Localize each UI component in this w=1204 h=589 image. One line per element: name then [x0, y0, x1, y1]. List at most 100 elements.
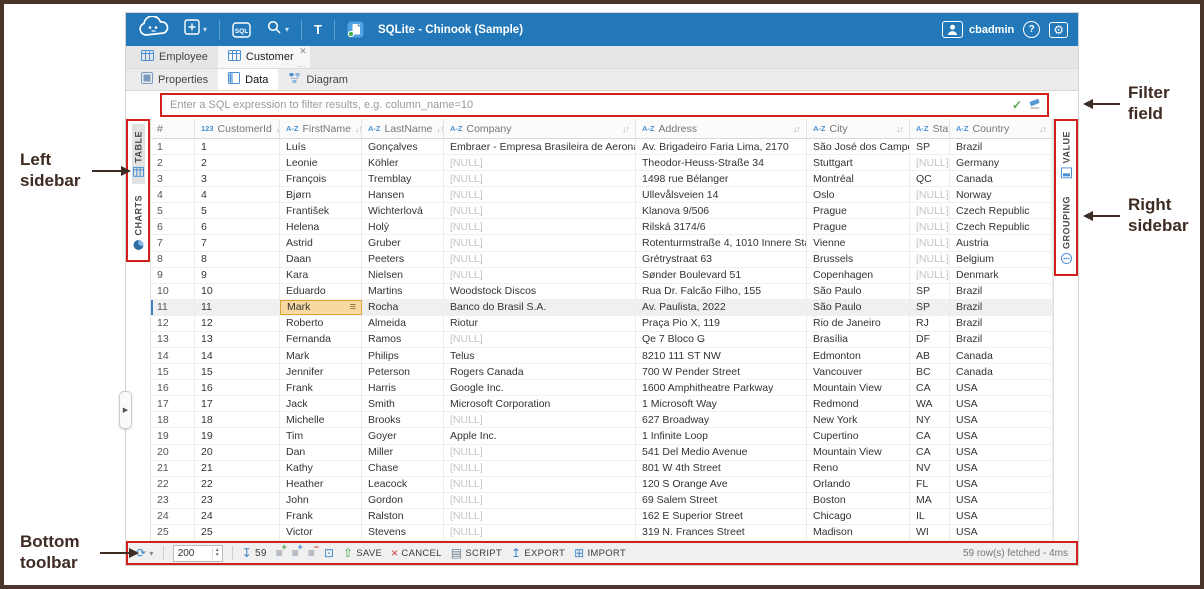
cell-Company[interactable]: [NULL] — [444, 235, 636, 250]
row-number-cell[interactable]: 10 — [151, 284, 195, 299]
cell-State[interactable]: WA — [910, 396, 950, 411]
cell-State[interactable]: BC — [910, 364, 950, 379]
cell-Company[interactable]: Microsoft Corporation — [444, 396, 636, 411]
column-header-Address[interactable]: A-ZAddress↓↑ — [636, 119, 807, 138]
cell-FirstName[interactable]: Astrid — [280, 235, 362, 250]
cell-City[interactable]: Vancouver — [807, 364, 910, 379]
cell-LastName[interactable]: Holý — [362, 219, 444, 234]
cell-LastName[interactable]: Gruber — [362, 235, 444, 250]
row-number-cell[interactable]: 8 — [151, 252, 195, 267]
row-number-cell[interactable]: 18 — [151, 412, 195, 427]
cell-Address[interactable]: 162 E Superior Street — [636, 509, 807, 524]
cell-FirstName[interactable]: Roberto — [280, 316, 362, 331]
cell-Company[interactable]: [NULL] — [444, 252, 636, 267]
cell-Address[interactable]: 801 W 4th Street — [636, 461, 807, 476]
cell-Country[interactable]: USA — [950, 525, 1053, 540]
cell-LastName[interactable]: Gordon — [362, 493, 444, 508]
cell-Country[interactable]: USA — [950, 493, 1053, 508]
cell-State[interactable]: IL — [910, 509, 950, 524]
cell-LastName[interactable]: Smith — [362, 396, 444, 411]
cell-State[interactable]: [NULL] — [910, 252, 950, 267]
table-row[interactable]: 1919TimGoyerApple Inc.1 Infinite LoopCup… — [151, 428, 1053, 444]
cell-Country[interactable]: Brazil — [950, 316, 1053, 331]
table-row[interactable]: 11LuísGonçalvesEmbraer - Empresa Brasile… — [151, 139, 1053, 155]
cell-CustomerId[interactable]: 21 — [195, 461, 280, 476]
cell-Company[interactable]: Riotur — [444, 316, 636, 331]
cell-Company[interactable]: [NULL] — [444, 203, 636, 218]
cell-Address[interactable]: 541 Del Medio Avenue — [636, 445, 807, 460]
cell-CustomerId[interactable]: 1 — [195, 139, 280, 154]
cell-Country[interactable]: Brazil — [950, 300, 1053, 315]
table-row[interactable]: 99KaraNielsen[NULL]Sønder Boulevard 51Co… — [151, 268, 1053, 284]
cell-City[interactable]: Mountain View — [807, 380, 910, 395]
row-number-cell[interactable]: 12 — [151, 316, 195, 331]
search-button[interactable]: ▾ — [263, 19, 292, 40]
table-row[interactable]: 1313FernandaRamos[NULL]Qe 7 Bloco GBrasí… — [151, 332, 1053, 348]
import-button[interactable]: ⊞IMPORT — [574, 547, 626, 559]
cell-City[interactable]: Rio de Janeiro — [807, 316, 910, 331]
cell-LastName[interactable]: Martins — [362, 284, 444, 299]
table-row[interactable]: 1111Mark≡RochaBanco do Brasil S.A.Av. Pa… — [151, 300, 1053, 316]
table-row[interactable]: 2222HeatherLeacock[NULL]120 S Orange Ave… — [151, 477, 1053, 493]
tab-more-icon[interactable]: … — [298, 60, 307, 69]
sort-arrows-icon[interactable]: ↓↑ — [355, 124, 362, 134]
cell-Country[interactable]: Brazil — [950, 284, 1053, 299]
cell-LastName[interactable]: Wichterlová — [362, 203, 444, 218]
row-number-cell[interactable]: 17 — [151, 396, 195, 411]
cell-Country[interactable]: Czech Republic — [950, 203, 1053, 218]
cell-Address[interactable]: 700 W Pender Street — [636, 364, 807, 379]
cell-State[interactable]: FL — [910, 477, 950, 492]
sidebar-item-charts[interactable]: CHARTS — [132, 188, 145, 258]
row-number-cell[interactable]: 22 — [151, 477, 195, 492]
cell-State[interactable]: SP — [910, 284, 950, 299]
help-icon[interactable]: ? — [1023, 21, 1040, 38]
cell-State[interactable]: NV — [910, 461, 950, 476]
row-number-cell[interactable]: 19 — [151, 428, 195, 443]
table-row[interactable]: 1818MichelleBrooks[NULL]627 BroadwayNew … — [151, 412, 1053, 428]
cell-Address[interactable]: Praça Pio X, 119 — [636, 316, 807, 331]
row-number-cell[interactable]: 2 — [151, 155, 195, 170]
cell-FirstName[interactable]: John — [280, 493, 362, 508]
cell-Company[interactable]: [NULL] — [444, 477, 636, 492]
cell-FirstName[interactable]: Mark≡ — [280, 300, 362, 315]
cell-FirstName[interactable]: Dan — [280, 445, 362, 460]
cell-Address[interactable]: Av. Paulista, 2022 — [636, 300, 807, 315]
cell-City[interactable]: São Paulo — [807, 300, 910, 315]
row-number-cell[interactable]: 21 — [151, 461, 195, 476]
cell-Company[interactable]: [NULL] — [444, 332, 636, 347]
new-object-button[interactable]: ▾ — [181, 19, 210, 40]
cell-Company[interactable]: [NULL] — [444, 509, 636, 524]
cell-CustomerId[interactable]: 13 — [195, 332, 280, 347]
cell-menu-icon[interactable]: ≡ — [350, 301, 355, 313]
cell-Address[interactable]: Qe 7 Bloco G — [636, 332, 807, 347]
row-number-cell[interactable]: 13 — [151, 332, 195, 347]
cell-City[interactable]: New York — [807, 412, 910, 427]
cell-Company[interactable]: [NULL] — [444, 461, 636, 476]
cell-Country[interactable]: USA — [950, 509, 1053, 524]
cell-FirstName[interactable]: Leonie — [280, 155, 362, 170]
row-number-cell[interactable]: 9 — [151, 268, 195, 283]
table-row[interactable]: 1515JenniferPetersonRogers Canada700 W P… — [151, 364, 1053, 380]
text-mode-button[interactable]: T — [311, 22, 325, 37]
column-header-num[interactable]: # — [151, 119, 195, 138]
sidebar-item-value[interactable]: VALUE — [1060, 124, 1073, 185]
cell-CustomerId[interactable]: 14 — [195, 348, 280, 363]
cell-City[interactable]: Brussels — [807, 252, 910, 267]
cell-LastName[interactable]: Almeida — [362, 316, 444, 331]
cell-City[interactable]: São Paulo — [807, 284, 910, 299]
cell-Address[interactable]: 8210 111 ST NW — [636, 348, 807, 363]
cell-LastName[interactable]: Chase — [362, 461, 444, 476]
connection-title[interactable]: SQLite - Chinook (Sample) — [378, 24, 523, 36]
cell-LastName[interactable]: Rocha — [362, 300, 444, 315]
cell-City[interactable]: Orlando — [807, 477, 910, 492]
add-row-button[interactable]: ≡+ — [276, 546, 283, 560]
cell-State[interactable]: [NULL] — [910, 219, 950, 234]
cell-CustomerId[interactable]: 18 — [195, 412, 280, 427]
delete-row-button[interactable]: ≡− — [308, 546, 315, 560]
table-row[interactable]: 55FrantišekWichterlová[NULL]Klanova 9/50… — [151, 203, 1053, 219]
duplicate-row-button[interactable]: ≡+ — [292, 546, 299, 560]
cell-City[interactable]: Mountain View — [807, 445, 910, 460]
cell-State[interactable]: SP — [910, 300, 950, 315]
cell-FirstName[interactable]: Jennifer — [280, 364, 362, 379]
cell-State[interactable]: RJ — [910, 316, 950, 331]
